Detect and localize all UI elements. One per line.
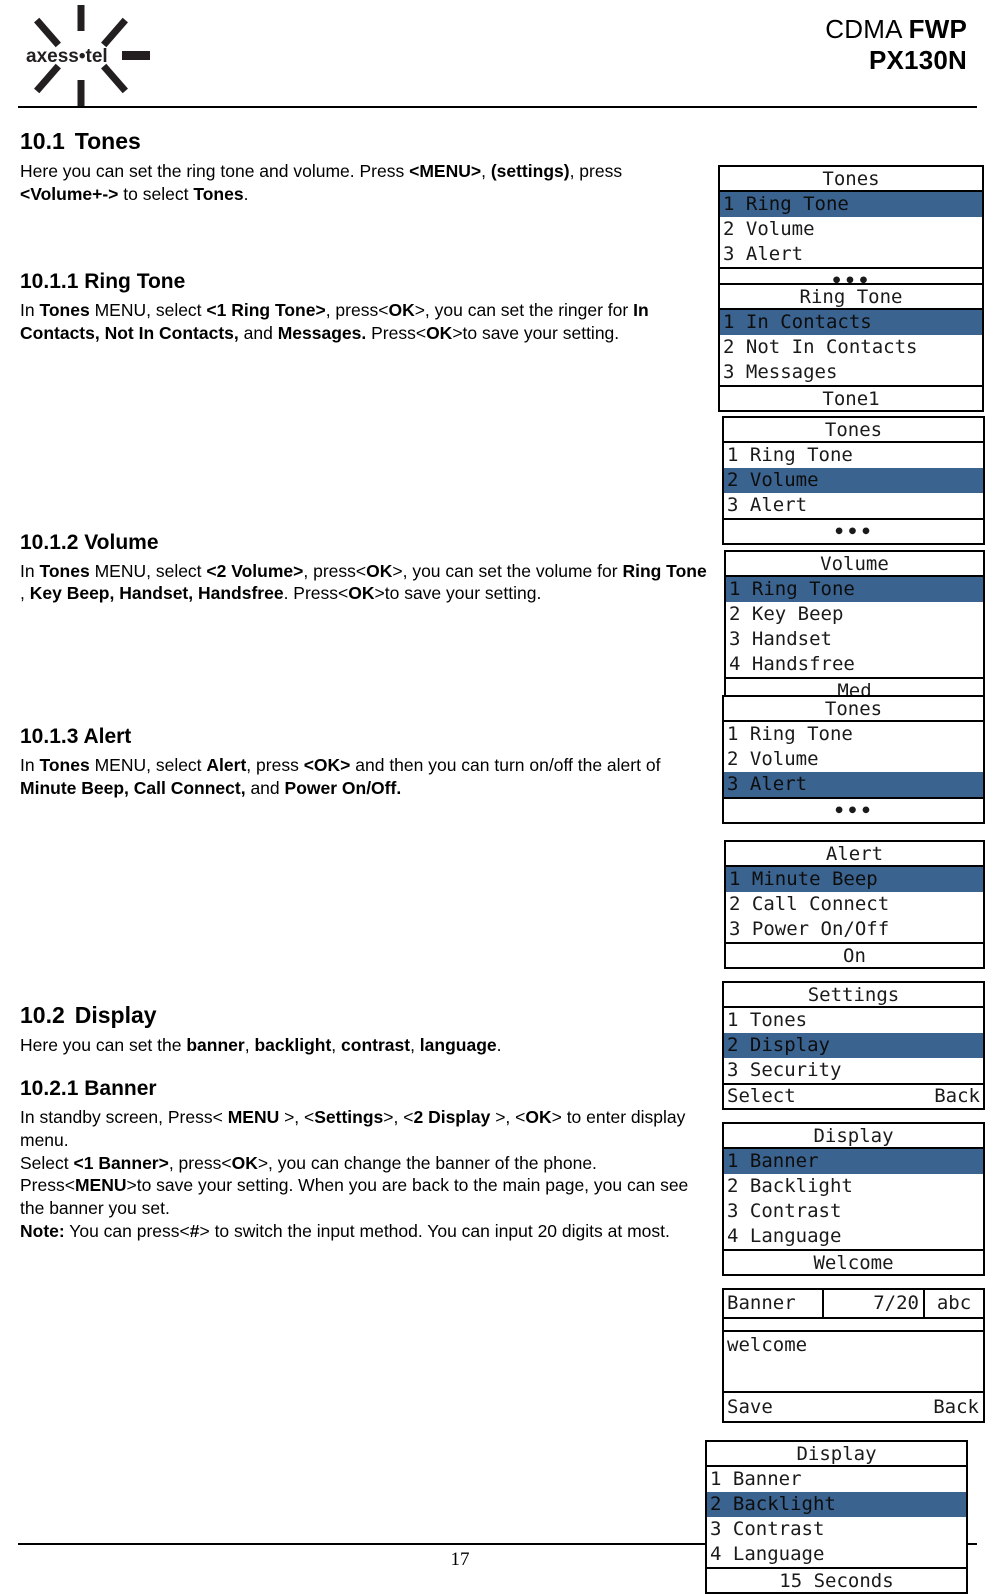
menu-item-banner[interactable]: 1 Banner bbox=[724, 1149, 983, 1174]
menu-item-ring-tone[interactable]: 1 Ring Tone bbox=[720, 192, 982, 217]
page-header: axess•tel CDMA FWP PX130N bbox=[0, 0, 995, 112]
paragraph-volume: In Tones MENU, select <2 Volume>, press<… bbox=[20, 560, 707, 604]
screen-title: Display bbox=[707, 1442, 966, 1467]
menu-item-not-in-contacts[interactable]: 2 Not In Contacts bbox=[720, 335, 982, 360]
screen-footer-value: On bbox=[726, 942, 983, 967]
softkey-save[interactable]: Save bbox=[727, 1393, 773, 1421]
product-title: CDMA FWP PX130N bbox=[825, 14, 967, 75]
screen-title: Settings bbox=[724, 983, 983, 1008]
screen-title: Ring Tone bbox=[720, 285, 982, 310]
menu-item-alert[interactable]: 3 Alert bbox=[724, 493, 983, 518]
menu-item-alert[interactable]: 3 Alert bbox=[724, 772, 983, 797]
axesstel-logo-icon: axess•tel bbox=[18, 4, 158, 106]
screen-display-banner: Display 1 Banner 2 Backlight 3 Contrast … bbox=[722, 1122, 985, 1276]
softkey-bar: Select Back bbox=[724, 1083, 983, 1108]
logo-wordmark: axess•tel bbox=[26, 46, 108, 67]
screen-banner-editor: Banner 7/20 abc welcome Save Back bbox=[722, 1288, 985, 1423]
heading-10-1-number: 10.1 bbox=[20, 128, 65, 154]
header-model-label: PX130N bbox=[868, 44, 967, 75]
screen-tones-volume: Tones 1 Ring Tone 2 Volume 3 Alert ••• bbox=[722, 416, 985, 545]
header-cdma-label: CDMA bbox=[825, 14, 909, 44]
header-fwp-label: FWP bbox=[908, 14, 967, 44]
menu-item-banner[interactable]: 1 Banner bbox=[707, 1467, 966, 1492]
document-body: 10.1 Tones Here you can set the ring tone… bbox=[20, 128, 710, 1243]
menu-item-alert[interactable]: 3 Alert bbox=[720, 242, 982, 267]
softkey-select[interactable]: Select bbox=[727, 1085, 796, 1108]
menu-item-in-contacts[interactable]: 1 In Contacts bbox=[720, 310, 982, 335]
paragraph-ring-tone: In Tones MENU, select <1 Ring Tone>, pre… bbox=[20, 300, 649, 343]
menu-item-backlight[interactable]: 2 Backlight bbox=[724, 1174, 983, 1199]
screen-ring-tone: Ring Tone 1 In Contacts 2 Not In Contact… bbox=[718, 283, 984, 412]
screen-settings: Settings 1 Tones 2 Display 3 Security Se… bbox=[722, 981, 985, 1110]
screen-footer-value: Tone1 bbox=[720, 385, 982, 410]
screen-tones-ring-tone: Tones 1 Ring Tone 2 Volume 3 Alert ••• bbox=[718, 165, 984, 294]
character-counter: 7/20 bbox=[822, 1290, 925, 1317]
banner-editor-header: Banner 7/20 abc bbox=[724, 1290, 983, 1319]
screen-footer: ••• bbox=[724, 518, 983, 543]
page-number: 17 bbox=[450, 1549, 470, 1570]
menu-item-ring-tone[interactable]: 1 Ring Tone bbox=[724, 722, 983, 747]
paragraph-display: Here you can set the banner, backlight, … bbox=[20, 1035, 502, 1056]
paragraph-alert: In Tones MENU, select Alert, press <OK> … bbox=[20, 755, 661, 799]
menu-item-ring-tone[interactable]: 1 Ring Tone bbox=[724, 443, 983, 468]
menu-item-contrast[interactable]: 3 Contrast bbox=[724, 1199, 983, 1224]
paragraph-tones: Here you can set the ring tone and volum… bbox=[20, 161, 623, 205]
heading-10-1-text: Tones bbox=[74, 128, 141, 154]
heading-10-2-1: 10.2.1 Banner bbox=[20, 1077, 157, 1101]
menu-item-volume[interactable]: 2 Volume bbox=[724, 468, 983, 493]
menu-item-handset[interactable]: 3 Handset bbox=[726, 627, 983, 652]
menu-item-ring-tone[interactable]: 1 Ring Tone bbox=[726, 577, 983, 602]
menu-item-volume[interactable]: 2 Volume bbox=[724, 747, 983, 772]
menu-item-key-beep[interactable]: 2 Key Beep bbox=[726, 602, 983, 627]
screen-footer: ••• bbox=[724, 797, 983, 822]
screen-footer-value: Welcome bbox=[724, 1249, 983, 1274]
menu-item-tones[interactable]: 1 Tones bbox=[724, 1008, 983, 1033]
header-divider bbox=[18, 106, 977, 108]
menu-item-volume[interactable]: 2 Volume bbox=[720, 217, 982, 242]
menu-item-display[interactable]: 2 Display bbox=[724, 1033, 983, 1058]
softkey-back[interactable]: Back bbox=[934, 1085, 980, 1108]
screen-alert: Alert 1 Minute Beep 2 Call Connect 3 Pow… bbox=[724, 840, 985, 969]
banner-text-input[interactable]: welcome bbox=[724, 1332, 983, 1393]
menu-item-call-connect[interactable]: 2 Call Connect bbox=[726, 892, 983, 917]
menu-item-language[interactable]: 4 Language bbox=[724, 1224, 983, 1249]
menu-item-handsfree[interactable]: 4 Handsfree bbox=[726, 652, 983, 677]
screen-title: Tones bbox=[720, 167, 982, 192]
banner-editor-label: Banner bbox=[727, 1292, 796, 1314]
softkey-bar: Save Back bbox=[724, 1393, 983, 1421]
softkey-back[interactable]: Back bbox=[933, 1393, 979, 1421]
menu-item-contrast[interactable]: 3 Contrast bbox=[707, 1517, 966, 1542]
screen-title: Tones bbox=[724, 418, 983, 443]
heading-10-1-1: 10.1.1 Ring Tone bbox=[20, 269, 186, 293]
heading-10-2: 10.2 Display bbox=[20, 1002, 710, 1028]
menu-item-power-on-off[interactable]: 3 Power On/Off bbox=[726, 917, 983, 942]
menu-item-backlight[interactable]: 2 Backlight bbox=[707, 1492, 966, 1517]
paragraph-banner: In standby screen, Press< MENU >, <Setti… bbox=[20, 1107, 689, 1241]
screen-title: Tones bbox=[724, 697, 983, 722]
heading-10-1-3: 10.1.3 Alert bbox=[20, 725, 132, 749]
heading-10-1-2: 10.1.2 Volume bbox=[20, 530, 159, 554]
heading-10-1: 10.1 Tones bbox=[20, 128, 710, 154]
screen-title: Volume bbox=[726, 552, 983, 577]
screen-title: Alert bbox=[726, 842, 983, 867]
screen-tones-alert: Tones 1 Ring Tone 2 Volume 3 Alert ••• bbox=[722, 695, 985, 824]
screen-volume: Volume 1 Ring Tone 2 Key Beep 3 Handset … bbox=[724, 550, 985, 704]
screen-title: Display bbox=[724, 1124, 983, 1149]
input-mode-indicator[interactable]: abc bbox=[925, 1290, 983, 1317]
menu-item-security[interactable]: 3 Security bbox=[724, 1058, 983, 1083]
heading-10-2-number: 10.2 bbox=[20, 1001, 65, 1028]
menu-item-messages[interactable]: 3 Messages bbox=[720, 360, 982, 385]
banner-editor-spacer bbox=[724, 1319, 983, 1332]
note-label: Note: bbox=[20, 1220, 65, 1241]
menu-item-minute-beep[interactable]: 1 Minute Beep bbox=[726, 867, 983, 892]
heading-10-2-text: Display bbox=[74, 1001, 157, 1028]
